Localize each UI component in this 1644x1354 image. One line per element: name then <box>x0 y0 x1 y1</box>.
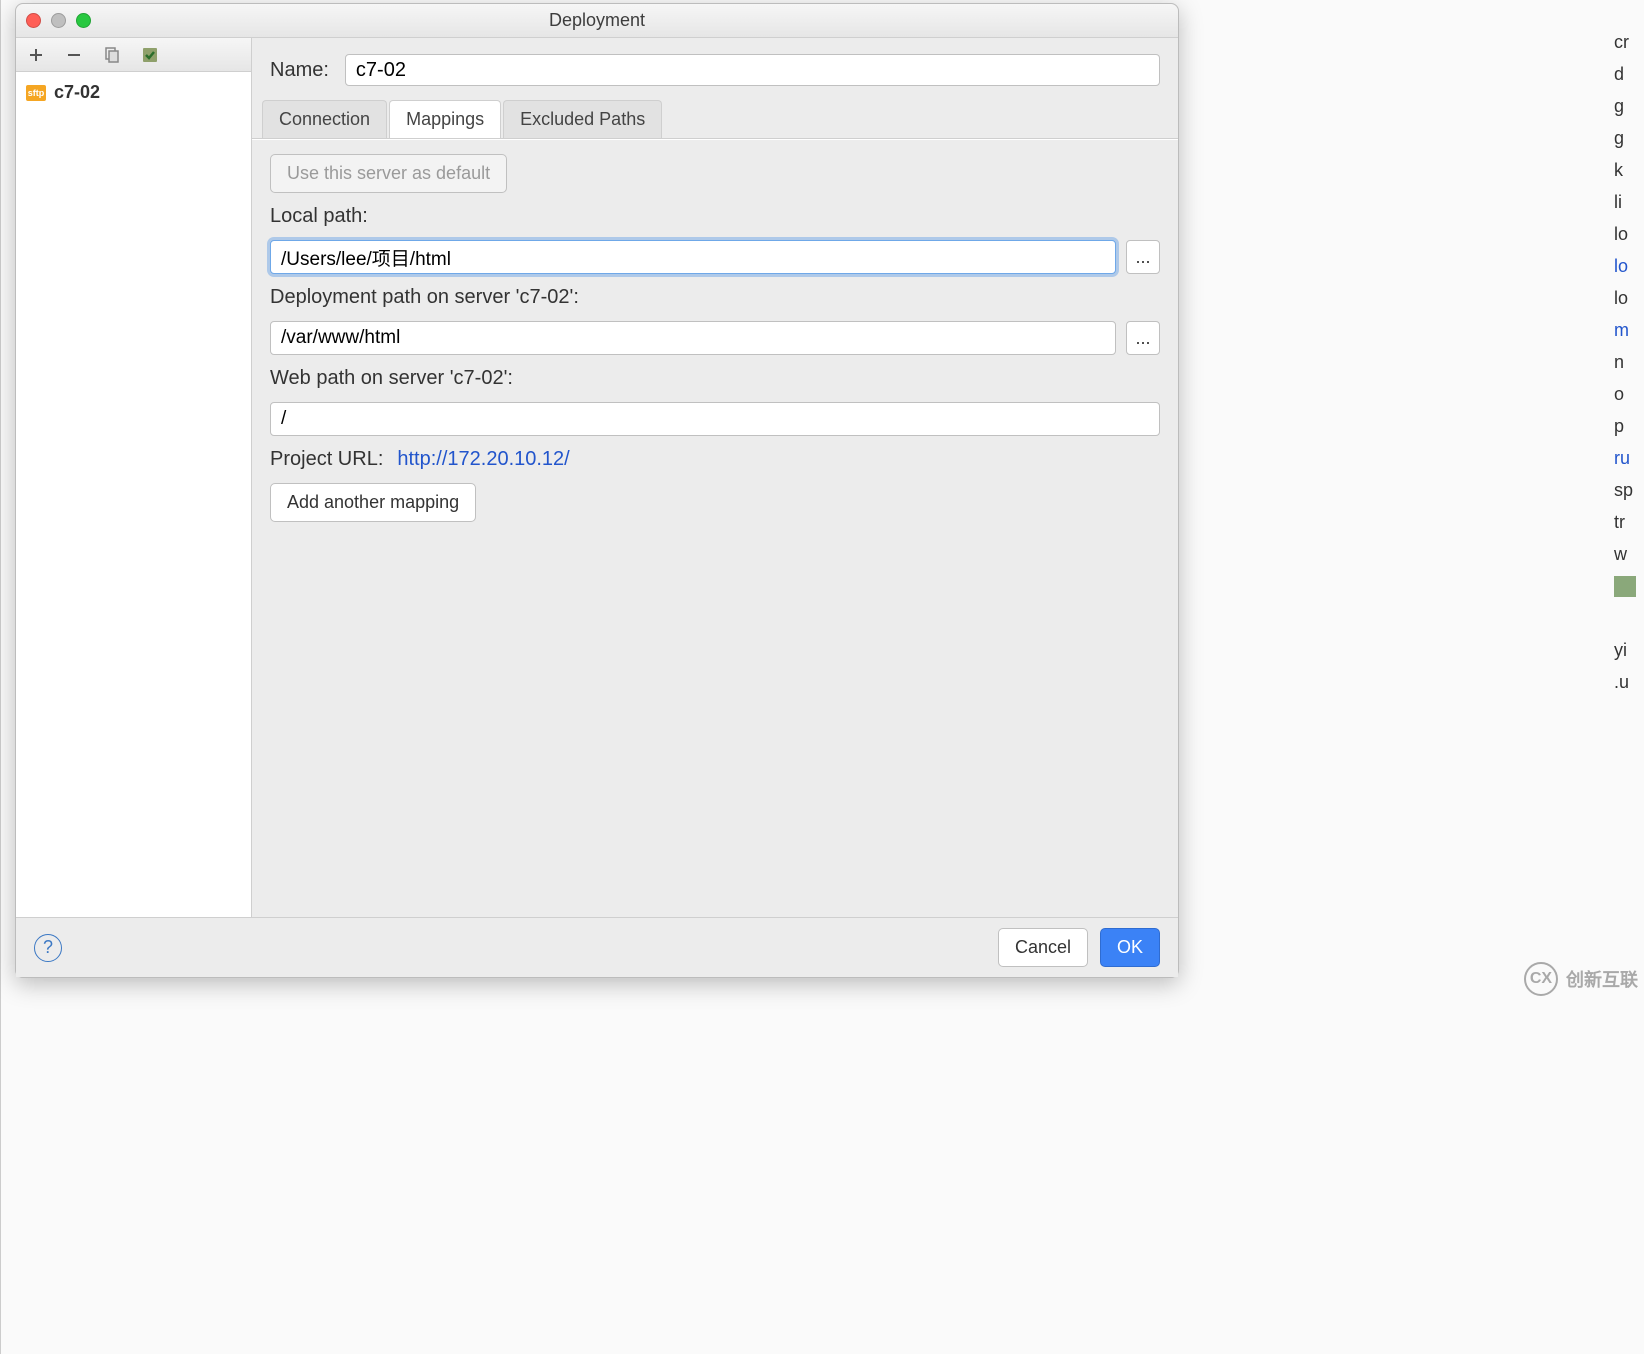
watermark-text: 创新互联 <box>1566 966 1638 992</box>
name-row: Name: <box>252 38 1178 100</box>
bg-item: g <box>1614 128 1644 149</box>
bg-item: li <box>1614 192 1644 213</box>
local-path-input[interactable] <box>270 240 1116 274</box>
project-url-link[interactable]: http://172.20.10.12/ <box>397 448 569 471</box>
deployment-path-browse-button[interactable]: ... <box>1126 321 1160 355</box>
server-tree: sftp c7-02 <box>16 38 252 917</box>
tabs: Connection Mappings Excluded Paths <box>252 100 1178 139</box>
deployment-path-label: Deployment path on server 'c7-02': <box>270 286 1160 309</box>
copy-server-button[interactable] <box>102 45 122 65</box>
local-path-row: ... <box>270 240 1160 274</box>
bg-item: cr <box>1614 32 1644 53</box>
bg-item: lo <box>1614 256 1644 277</box>
bg-item: n <box>1614 352 1644 373</box>
validate-icon[interactable] <box>140 45 160 65</box>
bg-right-list: cr d g g k li lo lo lo m n o p ru sp tr … <box>1614 32 1644 693</box>
name-label: Name: <box>270 59 329 82</box>
bg-item <box>1614 608 1644 629</box>
bg-item: k <box>1614 160 1644 181</box>
bg-item: ru <box>1614 448 1644 469</box>
tree-list: sftp c7-02 <box>16 72 251 113</box>
tab-mappings[interactable]: Mappings <box>389 100 501 138</box>
help-button[interactable]: ? <box>34 934 62 962</box>
bg-item: w <box>1614 544 1644 565</box>
bg-item: p <box>1614 416 1644 437</box>
titlebar: Deployment <box>16 4 1178 38</box>
dialog-footer: ? Cancel OK <box>16 917 1178 977</box>
web-path-input[interactable] <box>270 402 1160 436</box>
mappings-form: Use this server as default Local path: .… <box>252 139 1178 536</box>
web-path-row <box>270 402 1160 436</box>
bg-item: d <box>1614 64 1644 85</box>
add-another-mapping-button[interactable]: Add another mapping <box>270 483 476 522</box>
deployment-path-row: ... <box>270 321 1160 355</box>
project-url-row: Project URL: http://172.20.10.12/ <box>270 448 1160 471</box>
dialog-body: sftp c7-02 Name: Connection Mappings Exc… <box>16 38 1178 917</box>
bg-item: o <box>1614 384 1644 405</box>
tab-connection[interactable]: Connection <box>262 100 387 138</box>
name-input[interactable] <box>345 54 1160 86</box>
deployment-dialog: Deployment sftp c7-02 <box>15 3 1179 978</box>
use-as-default-button[interactable]: Use this server as default <box>270 154 507 193</box>
tree-item-label: c7-02 <box>54 82 100 103</box>
bg-item: g <box>1614 96 1644 117</box>
add-server-button[interactable] <box>26 45 46 65</box>
remove-server-button[interactable] <box>64 45 84 65</box>
local-path-browse-button[interactable]: ... <box>1126 240 1160 274</box>
bg-item: lo <box>1614 288 1644 309</box>
watermark-logo-icon: CX <box>1524 962 1558 996</box>
bg-item-highlight <box>1614 576 1636 597</box>
watermark: CX 创新互联 <box>1524 962 1638 996</box>
bg-item: m <box>1614 320 1644 341</box>
ok-button[interactable]: OK <box>1100 928 1160 967</box>
local-path-label: Local path: <box>270 205 1160 228</box>
tree-item-c7-02[interactable]: sftp c7-02 <box>16 78 251 107</box>
cancel-button[interactable]: Cancel <box>998 928 1088 967</box>
bg-item: lo <box>1614 224 1644 245</box>
sftp-icon: sftp <box>26 85 46 101</box>
tree-toolbar <box>16 38 251 72</box>
footer-buttons: Cancel OK <box>998 928 1160 967</box>
bg-item: sp <box>1614 480 1644 501</box>
tab-excluded-paths[interactable]: Excluded Paths <box>503 100 662 138</box>
deployment-path-input[interactable] <box>270 321 1116 355</box>
project-url-label: Project URL: <box>270 448 383 471</box>
web-path-label: Web path on server 'c7-02': <box>270 367 1160 390</box>
bg-item: .u <box>1614 672 1644 693</box>
bg-item: yi <box>1614 640 1644 661</box>
bg-item: tr <box>1614 512 1644 533</box>
main-panel: Name: Connection Mappings Excluded Paths… <box>252 38 1178 917</box>
window-title: Deployment <box>16 10 1178 31</box>
